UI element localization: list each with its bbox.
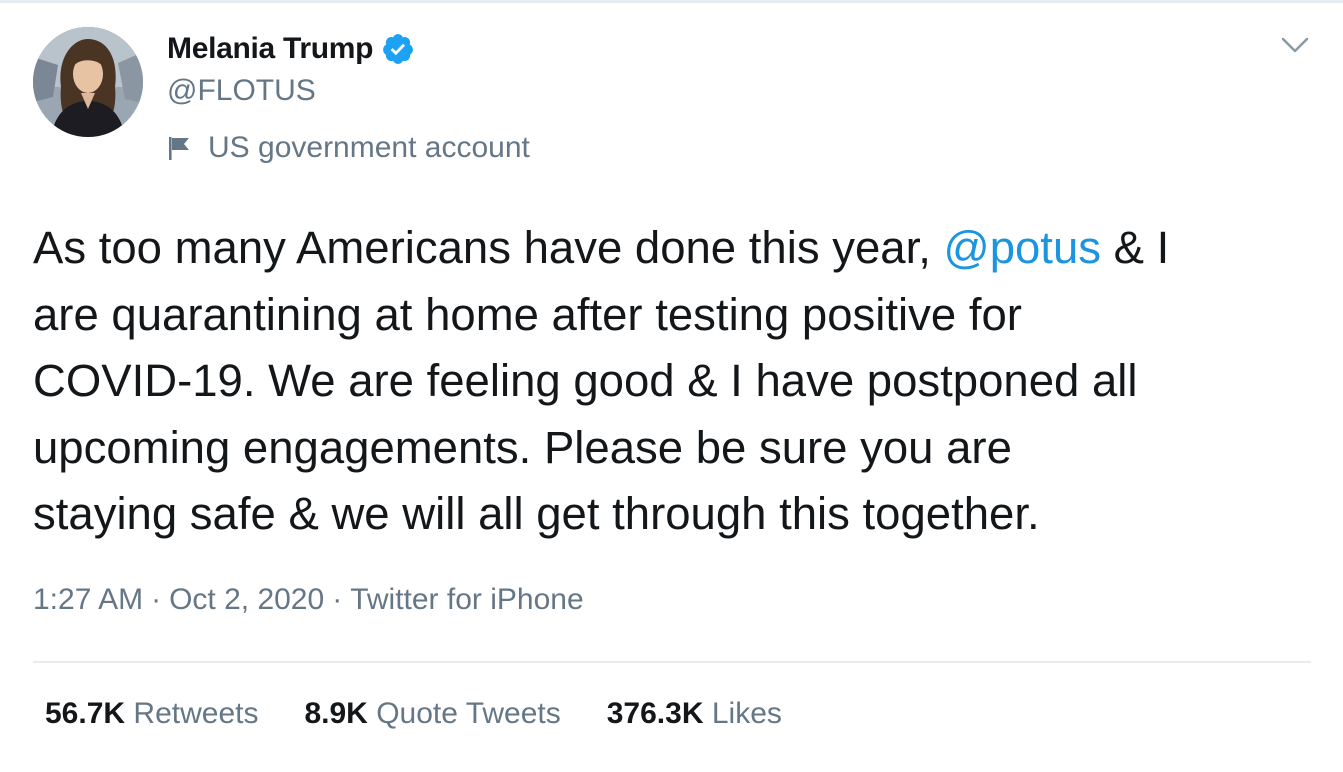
author-handle[interactable]: @FLOTUS [167,74,316,108]
tweet-line-4: upcoming engagements. Please be sure you… [33,421,1012,473]
mention-link[interactable]: @potus [944,222,1102,273]
tweet-line-1: As too many Americans have done this yea… [33,215,1313,282]
government-account-label: US government account [167,128,530,168]
tweet-date[interactable]: Oct 2, 2020 [169,583,324,616]
quote-tweets-label: Quote Tweets [376,697,561,730]
tweet-text-segment: As too many Americans have done this yea… [33,222,944,273]
tweet-line-5: staying safe & we will all get through t… [33,488,1040,539]
verified-badge-icon [381,32,415,66]
tweet-stats: 56.7K Retweets 8.9K Quote Tweets 376.3K … [45,697,828,731]
tweet-text: As too many Americans have done this yea… [33,215,1313,548]
likes-count: 376.3K [606,697,704,730]
top-divider [0,0,1343,3]
chevron-down-icon[interactable] [1280,32,1310,58]
quote-tweets-count: 8.9K [304,697,368,730]
retweets-count: 56.7K [45,697,126,730]
separator: · [151,583,162,616]
tweet-metadata: 1:27 AM · Oct 2, 2020 · Twitter for iPhone [33,583,584,617]
likes-stat[interactable]: 376.3K Likes [607,697,782,731]
likes-label: Likes [711,697,782,730]
tweet-source[interactable]: Twitter for iPhone [350,583,583,616]
tweet-text-segment: & I [1101,222,1170,273]
avatar-image [33,27,143,137]
tweet-line-2: are quarantining at home after testing p… [33,288,1022,340]
stats-divider [33,661,1311,663]
author-name-row[interactable]: Melania Trump [167,29,415,69]
tweet-time[interactable]: 1:27 AM [33,583,143,616]
quote-tweets-stat[interactable]: 8.9K Quote Tweets [304,697,560,731]
retweets-stat[interactable]: 56.7K Retweets [45,697,258,731]
account-label-text: US government account [208,131,530,164]
retweets-label: Retweets [133,697,259,730]
flag-icon [167,135,193,161]
avatar[interactable] [33,27,143,137]
tweet-line-3: COVID-19. We are feeling good & I have p… [33,355,1138,406]
separator: · [332,583,343,616]
author-display-name[interactable]: Melania Trump [167,32,373,66]
